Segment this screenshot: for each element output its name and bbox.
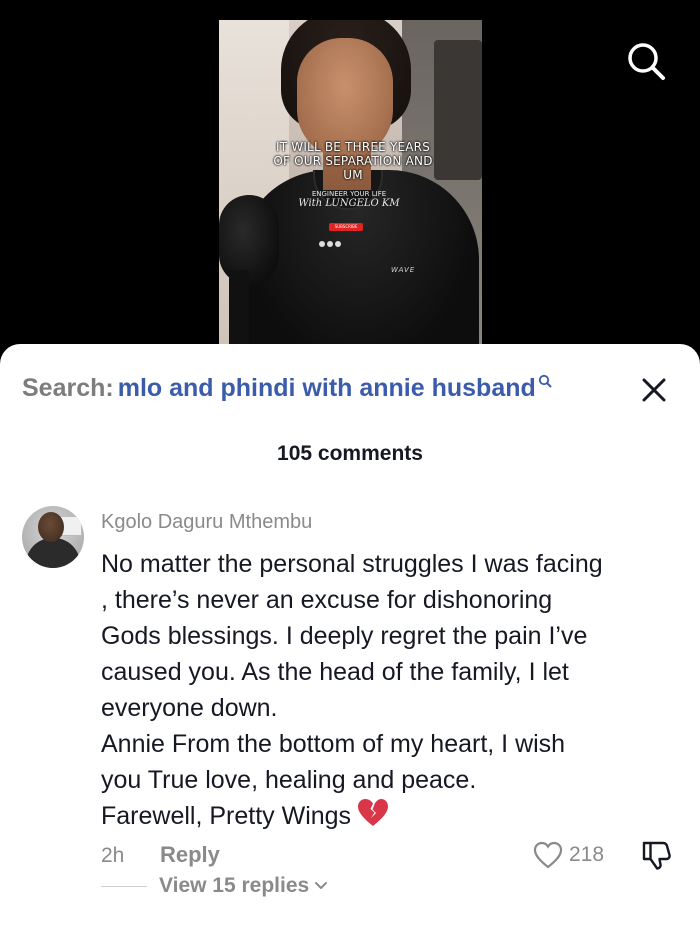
caption-line: IT WILL BE THREE YEARS [275, 140, 431, 154]
social-icon [335, 241, 341, 247]
search-icon [628, 43, 665, 80]
social-icon [327, 241, 333, 247]
video-caption: IT WILL BE THREE YEARS OF OUR SEPARATION… [239, 140, 467, 182]
avatar-head [38, 512, 64, 542]
search-prefix: Search: [22, 374, 114, 402]
comment-body: No matter the personal struggles I was f… [101, 546, 686, 834]
caption-line: OF OUR SEPARATION AND [273, 154, 433, 168]
comment-text: No matter the personal struggles I was f… [101, 550, 603, 830]
chevron-down-icon [315, 882, 328, 889]
microphone [219, 195, 279, 285]
close-button[interactable] [638, 374, 670, 406]
view-replies-label: View 15 replies [159, 874, 310, 897]
close-icon [642, 378, 666, 402]
dislike-button[interactable] [640, 840, 672, 870]
shirt-logo: WAVE [391, 266, 416, 274]
thumbs-down-icon [642, 841, 671, 870]
comment-author[interactable]: Kgolo Daguru Mthembu [101, 511, 312, 534]
social-icons [319, 234, 379, 247]
video-player[interactable]: IT WILL BE THREE YEARS OF OUR SEPARATION… [0, 0, 700, 350]
caption-line: UM [343, 168, 363, 182]
broken-heart-icon [358, 799, 389, 826]
comment-count: 105 comments [277, 442, 423, 465]
subscribe-badge: SUBSCRIBE [329, 223, 363, 231]
social-icon [319, 241, 325, 247]
avatar[interactable] [22, 506, 84, 568]
search-button[interactable] [624, 40, 668, 84]
view-replies-button[interactable]: View 15 replies [101, 866, 329, 906]
search-query-link[interactable]: mlo and phindi with annie husband [118, 374, 536, 402]
like-count: 218 [569, 843, 605, 866]
heart-icon [533, 841, 563, 869]
search-suggestion[interactable]: Search: mlo and phindi with annie husband [22, 374, 602, 406]
search-icon [538, 374, 552, 388]
comment-time: 2h [101, 844, 125, 867]
replies-divider [101, 885, 147, 887]
avatar-body [26, 538, 80, 568]
microphone-stand [229, 270, 249, 350]
brand-line: With LUNGELO KM [298, 198, 400, 209]
comments-sheet: Search: mlo and phindi with annie husband… [0, 344, 700, 930]
video-thumbnail[interactable]: IT WILL BE THREE YEARS OF OUR SEPARATION… [219, 20, 482, 350]
reply-button[interactable]: Reply [160, 842, 220, 868]
video-brand: ENGINEER YOUR LIFE With LUNGELO KM [289, 190, 409, 209]
like-button[interactable]: 218 [533, 840, 604, 870]
